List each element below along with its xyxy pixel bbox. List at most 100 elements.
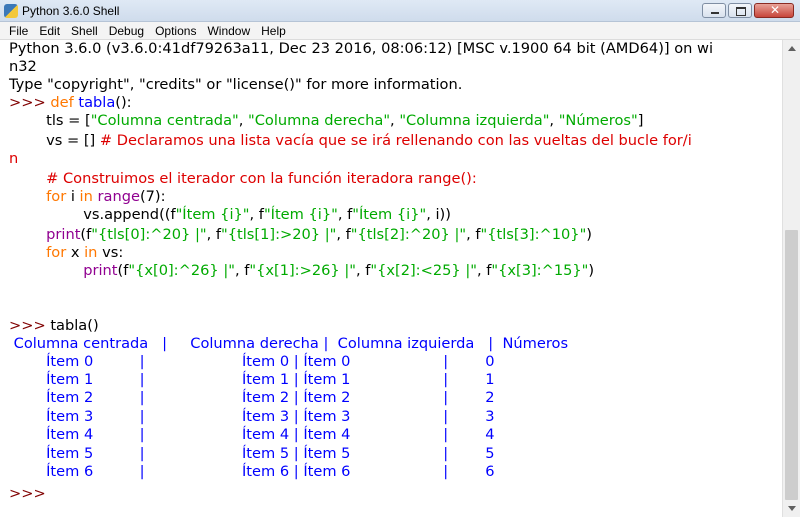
close-icon: ✕	[770, 3, 781, 17]
string-literal: "{x[0]:^26} |"	[128, 262, 235, 279]
code-text: vs.append((f	[9, 206, 176, 223]
comment: # Construimos el iterador con la función…	[9, 170, 477, 187]
code-line-print: print(f"{tls[0]:^20} |", f"{tls[1]:>20} …	[9, 226, 592, 244]
string-literal: "Columna centrada"	[90, 112, 239, 129]
minimize-button[interactable]	[702, 3, 726, 18]
keyword: in	[79, 188, 93, 205]
python-icon	[4, 4, 18, 18]
keyword: for	[46, 188, 67, 205]
output-row: Ítem 0 | Ítem 0 | Ítem 0 | 0	[9, 353, 495, 370]
maximize-button[interactable]	[728, 3, 752, 18]
scroll-up-button[interactable]	[783, 40, 800, 57]
code-text: , f	[355, 262, 371, 279]
code-text: tabla()	[50, 317, 99, 334]
function-name: tabla	[78, 94, 116, 111]
output-row: Ítem 5 | Ítem 5 | Ítem 5 | 5	[9, 445, 495, 462]
arrow-up-icon	[788, 46, 796, 51]
code-text: (f	[80, 226, 92, 243]
window-title: Python 3.6.0 Shell	[22, 4, 120, 18]
output-row: Ítem 4 | Ítem 4 | Ítem 4 | 4	[9, 426, 495, 443]
code-text: x	[66, 244, 85, 261]
code-text: , f	[206, 226, 222, 243]
title-bar: Python 3.6.0 Shell ✕	[0, 0, 800, 22]
shell-prompt: >>>	[9, 317, 51, 334]
output-row: Ítem 1 | Ítem 1 | Ítem 1 | 1	[9, 371, 495, 388]
code-text: , f	[249, 206, 264, 223]
code-text: , f	[476, 262, 492, 279]
menu-shell[interactable]: Shell	[66, 22, 104, 39]
code-text: , f	[337, 206, 353, 223]
code-text: vs = []	[9, 132, 100, 149]
banner-line: Type "copyright", "credits" or "license(…	[9, 76, 463, 93]
scroll-down-button[interactable]	[783, 500, 800, 517]
string-literal: "{tls[3]:^10}"	[480, 226, 587, 243]
scroll-thumb[interactable]	[785, 230, 798, 500]
builtin: print	[83, 262, 118, 279]
string-literal: "Ítem {i}"	[263, 206, 338, 223]
code-text: vs:	[97, 244, 124, 261]
code-line-append: vs.append((f"Ítem {i}", f"Ítem {i}", f"Í…	[9, 206, 451, 224]
code-text: )	[588, 262, 595, 279]
string-literal: "{tls[0]:^20} |"	[91, 226, 207, 243]
keyword: for	[46, 244, 67, 261]
string-literal: "{tls[1]:>20} |"	[221, 226, 337, 243]
code-text: ():	[115, 94, 132, 111]
minimize-icon	[711, 12, 719, 14]
menu-file[interactable]: File	[4, 22, 34, 39]
code-line-def: >>> def tabla():	[9, 94, 132, 112]
code-text: ]	[637, 112, 644, 129]
code-text: )	[586, 226, 592, 243]
code-text: , i))	[426, 206, 451, 223]
shell-prompt: >>>	[9, 94, 51, 111]
code-text: , f	[336, 226, 351, 243]
code-line-for: for i in range(7):	[9, 188, 166, 206]
builtin: range	[97, 188, 140, 205]
string-literal: "{x[3]:^15}"	[491, 262, 589, 279]
keyword: in	[84, 244, 98, 261]
output-header: Columna centrada | Columna derecha | Col…	[9, 335, 569, 352]
shell-prompt: >>>	[9, 485, 46, 502]
code-text: , f	[466, 226, 481, 243]
arrow-down-icon	[788, 506, 796, 511]
maximize-icon	[736, 7, 746, 16]
window-controls: ✕	[702, 3, 794, 19]
string-literal: "Ítem {i}"	[352, 206, 427, 223]
code-text: , f	[234, 262, 250, 279]
string-literal: "Columna derecha"	[248, 112, 391, 129]
banner-line: n32	[9, 58, 37, 75]
string-literal: "{tls[2]:^20} |"	[350, 226, 467, 243]
string-literal: "Ítem {i}"	[175, 206, 250, 223]
menu-help[interactable]: Help	[256, 22, 292, 39]
menu-debug[interactable]: Debug	[104, 22, 150, 39]
menu-window[interactable]: Window	[202, 22, 256, 39]
close-button[interactable]: ✕	[754, 3, 794, 18]
vertical-scrollbar[interactable]	[782, 40, 800, 517]
shell-text-area[interactable]: Python 3.6.0 (v3.6.0:41df79263a11, Dec 2…	[0, 40, 782, 517]
string-literal: "Columna izquierda"	[399, 112, 550, 129]
menu-options[interactable]: Options	[150, 22, 202, 39]
builtin: print	[46, 226, 81, 243]
string-literal: "{x[2]:<25} |"	[370, 262, 477, 279]
code-text: (7):	[139, 188, 166, 205]
code-line-for: for x in vs:	[9, 244, 123, 262]
code-line-call: >>> tabla()	[9, 317, 99, 335]
code-text: (f	[117, 262, 129, 279]
banner-line: Python 3.6.0 (v3.6.0:41df79263a11, Dec 2…	[9, 40, 714, 57]
comment: # Declaramos una lista vacía que se irá …	[99, 132, 692, 149]
keyword: def	[50, 94, 74, 111]
string-literal: "Números"	[558, 112, 638, 129]
code-text: tls = [	[9, 112, 91, 129]
comment: n	[9, 150, 19, 167]
menu-edit[interactable]: Edit	[34, 22, 66, 39]
code-line-print: print(f"{x[0]:^26} |", f"{x[1]:>26} |", …	[9, 262, 594, 280]
code-line-tls: tls = ["Columna centrada", "Columna dere…	[9, 112, 644, 129]
code-line-vs: vs = [] # Declaramos una lista vacía que…	[9, 132, 692, 150]
menu-bar: File Edit Shell Debug Options Window Hel…	[0, 22, 800, 40]
code-text: i	[66, 188, 80, 205]
output-row: Ítem 3 | Ítem 3 | Ítem 3 | 3	[9, 408, 495, 425]
string-literal: "{x[1]:>26} |"	[249, 262, 356, 279]
